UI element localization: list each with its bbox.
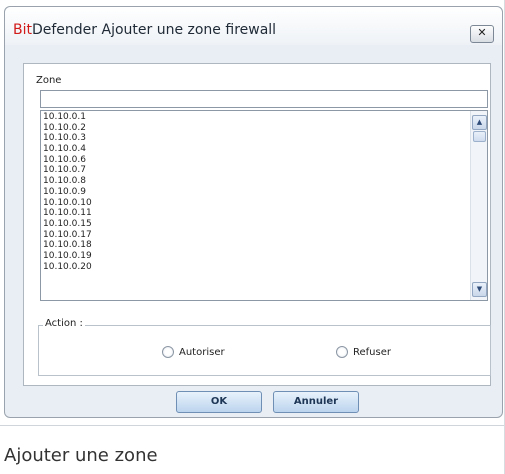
radio-circle-icon xyxy=(162,346,174,358)
window-title: BitDefender Ajouter une zone firewall xyxy=(13,22,276,38)
list-item[interactable]: 10.10.0.19 xyxy=(43,251,469,262)
list-item[interactable]: 10.10.0.6 xyxy=(43,155,469,166)
zone-input[interactable] xyxy=(40,90,488,108)
cancel-button[interactable]: Annuler xyxy=(273,391,359,413)
list-item[interactable]: 10.10.0.20 xyxy=(43,262,469,273)
dialog-window: BitDefender Ajouter une zone firewall ✕ … xyxy=(4,6,503,418)
zone-list-items: 10.10.0.1 10.10.0.2 10.10.0.3 10.10.0.4 10.1… xyxy=(43,112,469,272)
action-group: Action : Autoriser Refuser xyxy=(38,318,491,376)
list-item[interactable]: 10.10.0.9 xyxy=(43,187,469,198)
scroll-thumb[interactable] xyxy=(473,131,486,142)
list-item[interactable]: 10.10.0.10 xyxy=(43,198,469,209)
action-legend: Action : xyxy=(43,318,85,329)
list-item[interactable]: 10.10.0.7 xyxy=(43,165,469,176)
title-bar[interactable]: BitDefender Ajouter une zone firewall ✕ xyxy=(5,7,502,45)
list-item[interactable]: 10.10.0.1 xyxy=(43,112,469,123)
list-item[interactable]: 10.10.0.15 xyxy=(43,219,469,230)
figure-caption: Ajouter une zone xyxy=(4,445,158,466)
zone-label: Zone xyxy=(36,75,62,86)
allow-label: Autoriser xyxy=(179,346,225,358)
deny-label: Refuser xyxy=(353,346,391,358)
ok-button[interactable]: OK xyxy=(176,391,262,413)
list-scrollbar[interactable]: ▲ ▼ xyxy=(470,111,487,300)
list-item[interactable]: 10.10.0.18 xyxy=(43,240,469,251)
close-button[interactable]: ✕ xyxy=(470,25,494,43)
scroll-up-button[interactable]: ▲ xyxy=(472,115,487,130)
caption-divider xyxy=(0,425,505,426)
chevron-up-icon: ▲ xyxy=(476,118,483,126)
list-item[interactable]: 10.10.0.2 xyxy=(43,123,469,134)
allow-radio[interactable]: Autoriser xyxy=(162,346,225,358)
title-brand: Bit xyxy=(13,22,32,38)
zone-list[interactable]: 10.10.0.1 10.10.0.2 10.10.0.3 10.10.0.4 10.1… xyxy=(40,110,488,301)
list-item[interactable]: 10.10.0.17 xyxy=(43,230,469,241)
list-item[interactable]: 10.10.0.8 xyxy=(43,176,469,187)
list-item[interactable]: 10.10.0.4 xyxy=(43,144,469,155)
list-item[interactable]: 10.10.0.3 xyxy=(43,133,469,144)
chevron-down-icon: ▼ xyxy=(476,285,483,293)
deny-radio[interactable]: Refuser xyxy=(336,346,391,358)
radio-circle-icon xyxy=(336,346,348,358)
title-text: Defender Ajouter une zone firewall xyxy=(31,22,277,38)
scroll-down-button[interactable]: ▼ xyxy=(472,282,487,297)
list-item[interactable]: 10.10.0.11 xyxy=(43,208,469,219)
close-icon: ✕ xyxy=(477,26,487,39)
dialog-panel: Zone 10.10.0.1 10.10.0.2 10.10.0.3 10.10.0.… xyxy=(23,63,491,386)
